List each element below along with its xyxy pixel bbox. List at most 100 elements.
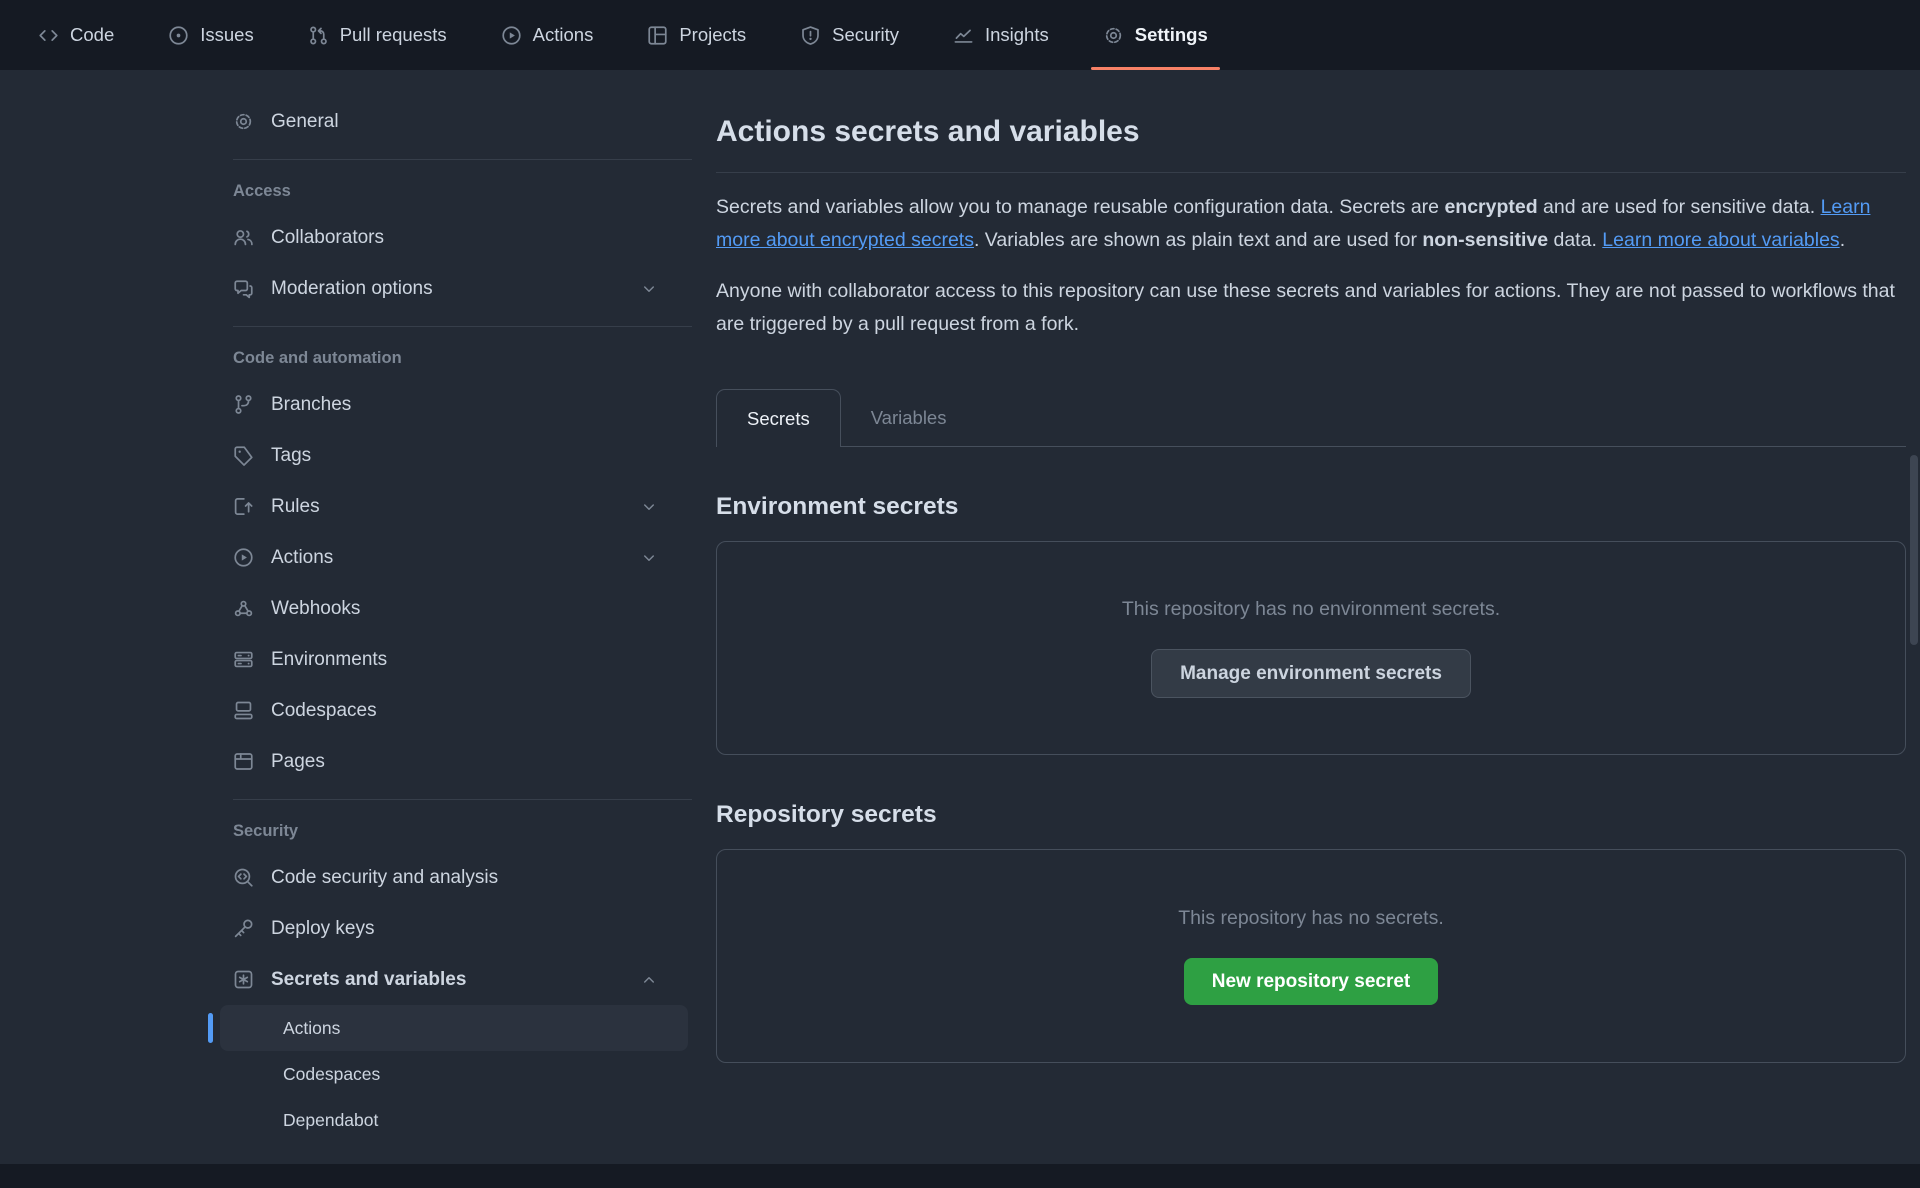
nav-tab-actions[interactable]: Actions xyxy=(501,0,594,70)
sidebar-item-label: Rules xyxy=(271,496,320,518)
sidebar-item-label: Code security and analysis xyxy=(271,867,498,889)
chevron-down-icon xyxy=(640,498,658,516)
sidebar-item-label: Actions xyxy=(271,547,333,569)
gear-icon xyxy=(1103,25,1124,46)
environment-secrets-box: This repository has no environment secre… xyxy=(716,541,1906,755)
intro-text: Secrets and variables allow you to manag… xyxy=(716,196,1444,218)
sidebar-divider xyxy=(233,799,692,800)
codespaces-icon xyxy=(233,700,254,721)
new-repository-secret-button[interactable]: New repository secret xyxy=(1184,958,1439,1006)
sidebar-item-codespaces[interactable]: Codespaces xyxy=(208,685,692,736)
settings-sidebar: General Access Collaborators Moderation … xyxy=(208,70,692,1143)
sidebar-item-pages[interactable]: Pages xyxy=(208,736,692,787)
tab-variables[interactable]: Variables xyxy=(841,389,977,446)
nav-tab-label: Pull requests xyxy=(340,24,447,46)
repository-secrets-heading: Repository secrets xyxy=(716,801,1906,829)
github-repo-settings-page: Code Issues Pull requests Actions Projec… xyxy=(0,0,1920,1188)
graph-line-icon xyxy=(953,25,974,46)
sidebar-item-code-security-analysis[interactable]: Code security and analysis xyxy=(208,852,692,903)
repo-nav: Code Issues Pull requests Actions Projec… xyxy=(0,0,1920,70)
sidebar-divider xyxy=(233,326,692,327)
sidebar-item-rules[interactable]: Rules xyxy=(208,481,692,532)
main-content: Actions secrets and variables Secrets an… xyxy=(716,70,1906,1063)
sidebar-item-label: Moderation options xyxy=(271,278,433,300)
sidebar-item-label: Dependabot xyxy=(283,1110,378,1131)
intro-text: and are used for sensitive data. xyxy=(1538,196,1821,218)
footer-strip xyxy=(0,1164,1920,1188)
collaborator-note-paragraph: Anyone with collaborator access to this … xyxy=(716,275,1906,341)
nav-tab-label: Actions xyxy=(533,24,594,46)
nav-tab-label: Settings xyxy=(1135,24,1208,46)
intro-text: . Variables are shown as plain text and … xyxy=(974,229,1422,251)
nav-tab-label: Code xyxy=(70,24,114,46)
environment-secrets-empty-message: This repository has no environment secre… xyxy=(1122,598,1500,621)
gear-icon xyxy=(233,111,254,132)
sidebar-item-label: Secrets and variables xyxy=(271,969,466,991)
intro-bold-non-sensitive: non-sensitive xyxy=(1422,229,1548,251)
nav-tab-projects[interactable]: Projects xyxy=(647,0,746,70)
nav-tab-settings[interactable]: Settings xyxy=(1103,0,1208,70)
git-pull-request-icon xyxy=(308,25,329,46)
play-circle-icon xyxy=(233,547,254,568)
sidebar-item-deploy-keys[interactable]: Deploy keys xyxy=(208,903,692,954)
nav-tab-code[interactable]: Code xyxy=(38,0,114,70)
nav-tab-label: Insights xyxy=(985,24,1049,46)
sidebar-item-label: Pages xyxy=(271,751,325,773)
tag-icon xyxy=(233,445,254,466)
play-circle-icon xyxy=(501,25,522,46)
codescan-icon xyxy=(233,867,254,888)
code-icon xyxy=(38,25,59,46)
sidebar-item-label: Codespaces xyxy=(271,700,377,722)
nav-tab-label: Projects xyxy=(679,24,746,46)
sidebar-subitem-codespaces[interactable]: Codespaces xyxy=(220,1051,688,1097)
sidebar-section-security: Security xyxy=(233,816,692,846)
title-divider xyxy=(716,172,1906,173)
sidebar-item-environments[interactable]: Environments xyxy=(208,634,692,685)
comment-discussion-icon xyxy=(233,278,254,299)
sidebar-item-label: Webhooks xyxy=(271,598,360,620)
repository-secrets-box: This repository has no secrets. New repo… xyxy=(716,849,1906,1063)
intro-bold-encrypted: encrypted xyxy=(1444,196,1537,218)
page-title: Actions secrets and variables xyxy=(716,112,1906,152)
sidebar-item-label: Environments xyxy=(271,649,387,671)
chevron-down-icon xyxy=(640,280,658,298)
issue-opened-icon xyxy=(168,25,189,46)
sidebar-item-branches[interactable]: Branches xyxy=(208,379,692,430)
link-learn-variables[interactable]: Learn more about variables xyxy=(1602,229,1839,251)
shield-icon xyxy=(800,25,821,46)
sidebar-item-label: Collaborators xyxy=(271,227,384,249)
sidebar-item-label: Deploy keys xyxy=(271,918,375,940)
sidebar-item-actions[interactable]: Actions xyxy=(208,532,692,583)
sidebar-item-label: Codespaces xyxy=(283,1064,380,1085)
sidebar-subitem-dependabot[interactable]: Dependabot xyxy=(220,1097,688,1143)
sidebar-subitem-actions[interactable]: Actions xyxy=(220,1005,688,1051)
nav-tab-issues[interactable]: Issues xyxy=(168,0,253,70)
manage-environment-secrets-button[interactable]: Manage environment secrets xyxy=(1151,649,1471,699)
sidebar-item-general[interactable]: General xyxy=(208,96,692,147)
nav-tab-insights[interactable]: Insights xyxy=(953,0,1049,70)
sidebar-item-label: General xyxy=(271,111,339,133)
server-rows-icon xyxy=(233,649,254,670)
chevron-up-icon xyxy=(640,971,658,989)
environment-secrets-heading: Environment secrets xyxy=(716,493,1906,521)
sidebar-item-secrets-and-variables[interactable]: Secrets and variables xyxy=(208,954,692,1005)
rules-icon xyxy=(233,496,254,517)
sidebar-item-label: Branches xyxy=(271,394,351,416)
sidebar-item-webhooks[interactable]: Webhooks xyxy=(208,583,692,634)
webhook-icon xyxy=(233,598,254,619)
chevron-down-icon xyxy=(640,549,658,567)
intro-paragraph: Secrets and variables allow you to manag… xyxy=(716,191,1906,257)
asterisk-box-icon xyxy=(233,969,254,990)
sidebar-item-collaborators[interactable]: Collaborators xyxy=(208,212,692,263)
sidebar-item-tags[interactable]: Tags xyxy=(208,430,692,481)
intro-text: data. xyxy=(1548,229,1602,251)
scrollbar-thumb[interactable] xyxy=(1910,455,1918,645)
people-icon xyxy=(233,227,254,248)
sidebar-divider xyxy=(233,159,692,160)
tab-secrets[interactable]: Secrets xyxy=(716,389,841,447)
sidebar-item-moderation-options[interactable]: Moderation options xyxy=(208,263,692,314)
nav-tab-security[interactable]: Security xyxy=(800,0,899,70)
key-icon xyxy=(233,918,254,939)
nav-tab-pull-requests[interactable]: Pull requests xyxy=(308,0,447,70)
sidebar-section-code-automation: Code and automation xyxy=(233,343,692,373)
